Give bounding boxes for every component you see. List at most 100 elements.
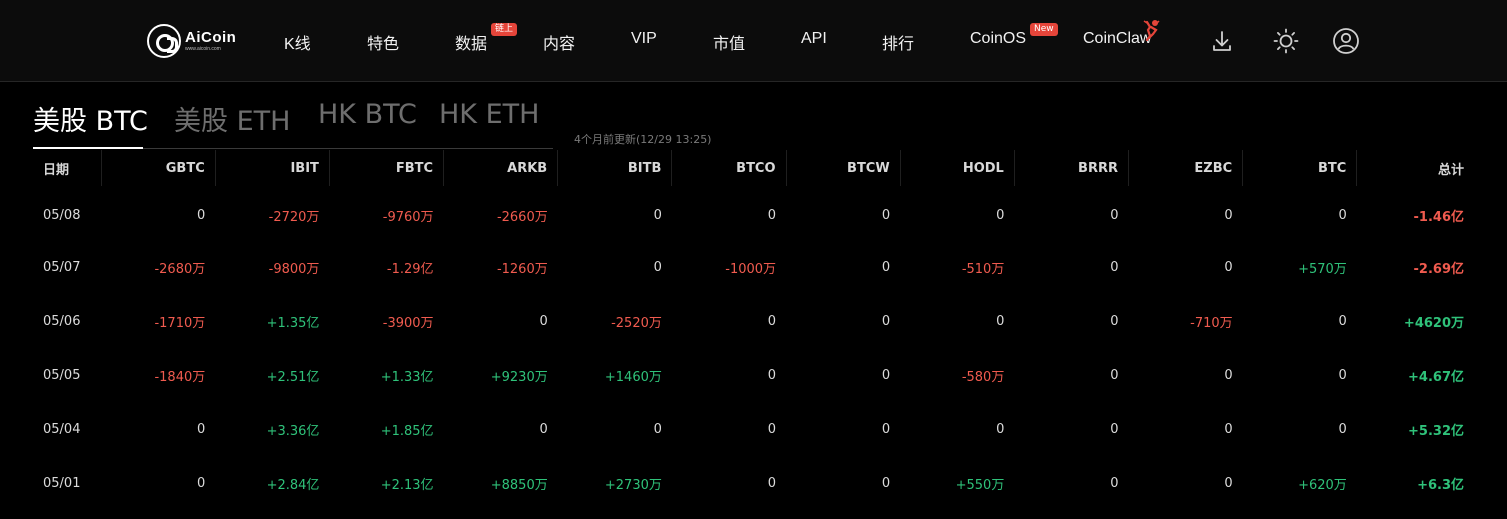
flow-cell: 0 xyxy=(196,475,206,491)
flow-cell: 0 xyxy=(1110,313,1119,329)
onchain-badge: 链上 xyxy=(491,23,518,36)
flow-cell: 0 xyxy=(767,313,777,329)
column-header: EZBC xyxy=(1128,150,1244,186)
flow-cell: +570万 xyxy=(1298,261,1347,277)
table-body: 05/08 0 -2720万 -9760万 -2660万 0 0 0 0 0 0 0 -1.46亿 05/… xyxy=(33,186,1474,510)
flow-cell: 0 xyxy=(1110,475,1119,491)
flow-cell: -580万 xyxy=(961,369,1005,385)
flow-cell: +2730万 xyxy=(604,477,662,493)
flow-cell: 0 xyxy=(1110,207,1119,223)
total-cell: +5.32亿 xyxy=(1408,423,1464,439)
flow-cell: -1840万 xyxy=(154,369,206,385)
table-row: 05/07 -2680万 -9800万 -1.29亿 -1260万 0 -1000万 0 -51… xyxy=(33,240,1474,294)
flow-cell: +620万 xyxy=(1298,477,1347,493)
flow-cell: -2520万 xyxy=(611,315,662,331)
flow-cell: 0 xyxy=(1338,313,1347,329)
flow-cell: +3.36亿 xyxy=(266,423,320,439)
etf-flow-table: 日期 GBTC IBIT FBTC ARKB BITB BTCO BTCW HODL BRRR EZ… xyxy=(33,150,1474,510)
column-header: FBTC xyxy=(329,150,445,186)
column-header-date: 日期 xyxy=(33,150,102,186)
date-cell: 05/01 xyxy=(43,475,81,491)
total-cell: -1.46亿 xyxy=(1413,209,1464,225)
flow-cell: 0 xyxy=(881,421,891,437)
total-cell: +6.3亿 xyxy=(1417,477,1464,493)
flow-cell: 0 xyxy=(996,421,1005,437)
date-cell: 05/07 xyxy=(43,259,81,275)
table-row: 05/06 -1710万 +1.35亿 -3900万 0 -2520万 0 0 0 0 -710万 0… xyxy=(33,294,1474,348)
market-tabs: 美股 BTC 美股 ETH HK BTC HK ETH xyxy=(33,95,553,149)
date-cell: 05/08 xyxy=(43,207,81,223)
flow-cell: 0 xyxy=(653,259,662,275)
flow-cell: +8850万 xyxy=(490,477,548,493)
flow-cell: 0 xyxy=(1110,259,1119,275)
nav-item-coinos[interactable]: CoinOS xyxy=(970,30,1026,48)
flow-cell: 0 xyxy=(196,421,206,437)
table-row: 05/04 0 +3.36亿 +1.85亿 0 0 0 0 0 0 0 0 +5.32亿 xyxy=(33,402,1474,456)
tab-us-eth[interactable]: 美股 ETH xyxy=(174,99,290,138)
aicoin-logo-icon xyxy=(147,24,181,58)
date-cell: 05/06 xyxy=(43,313,81,329)
last-updated-text: 4个月前更新(12/29 13:25) xyxy=(574,133,712,146)
flow-cell: -3900万 xyxy=(382,315,434,331)
nav-item-features[interactable]: 特色 xyxy=(367,30,399,54)
lobster-icon xyxy=(1143,20,1160,42)
flow-cell: -1000万 xyxy=(725,261,777,277)
nav-item-vip[interactable]: VIP xyxy=(631,30,657,48)
user-icon[interactable] xyxy=(1331,26,1361,56)
flow-cell: -510万 xyxy=(961,261,1005,277)
flow-cell: -1.29亿 xyxy=(386,261,434,277)
flow-cell: +2.51亿 xyxy=(266,369,320,385)
flow-cell: 0 xyxy=(1110,367,1119,383)
flow-cell: 0 xyxy=(1110,421,1119,437)
theme-sun-icon[interactable] xyxy=(1271,26,1301,56)
tab-hk-eth[interactable]: HK ETH xyxy=(439,99,539,130)
flow-cell: 0 xyxy=(1338,367,1347,383)
flow-cell: +1460万 xyxy=(604,369,662,385)
flow-cell: 0 xyxy=(881,475,891,491)
flow-cell: 0 xyxy=(767,475,777,491)
column-header: BRRR xyxy=(1014,150,1130,186)
flow-cell: -710万 xyxy=(1190,315,1233,331)
column-header: BTC xyxy=(1242,150,1358,186)
flow-cell: -2660万 xyxy=(496,209,548,225)
flow-cell: -9800万 xyxy=(268,261,320,277)
nav-item-content[interactable]: 内容 xyxy=(543,30,575,54)
nav-item-ranking[interactable]: 排行 xyxy=(882,30,914,54)
tab-us-btc[interactable]: 美股 BTC xyxy=(33,99,148,138)
flow-cell: +2.13亿 xyxy=(380,477,434,493)
logo-text: AiCoin www.aicoin.com xyxy=(185,30,236,52)
column-header: BTCW xyxy=(786,150,901,186)
nav-item-api[interactable]: API xyxy=(801,30,827,48)
download-icon[interactable] xyxy=(1207,26,1237,56)
nav-item-kline[interactable]: K线 xyxy=(284,30,311,54)
flow-cell: -9760万 xyxy=(382,209,434,225)
flow-cell: 0 xyxy=(653,207,662,223)
flow-cell: +1.33亿 xyxy=(380,369,434,385)
flow-cell: 0 xyxy=(767,421,777,437)
flow-cell: 0 xyxy=(1224,367,1233,383)
table-row: 05/01 0 +2.84亿 +2.13亿 +8850万 +2730万 0 0 +550万 0 0 +… xyxy=(33,456,1474,510)
flow-cell: 0 xyxy=(196,207,206,223)
flow-cell: 0 xyxy=(767,367,777,383)
column-header: GBTC xyxy=(101,150,216,186)
nav-item-market-cap[interactable]: 市值 xyxy=(713,30,745,54)
flow-cell: 0 xyxy=(881,259,891,275)
nav-item-data[interactable]: 数据 xyxy=(455,30,487,54)
logo-url: www.aicoin.com xyxy=(185,46,221,52)
flow-cell: 0 xyxy=(539,313,548,329)
flow-cell: 0 xyxy=(881,313,891,329)
flow-cell: 0 xyxy=(653,421,662,437)
flow-cell: 0 xyxy=(881,207,891,223)
flow-cell: -1710万 xyxy=(154,315,206,331)
flow-cell: +9230万 xyxy=(490,369,548,385)
tab-hk-btc[interactable]: HK BTC xyxy=(318,99,417,130)
flow-cell: +2.84亿 xyxy=(266,477,320,493)
top-nav: AiCoin www.aicoin.com K线 特色 数据 链上 内容 VIP… xyxy=(0,0,1507,82)
logo-name: AiCoin xyxy=(185,29,237,46)
flow-cell: 0 xyxy=(1224,207,1233,223)
flow-cell: 0 xyxy=(1224,475,1233,491)
aicoin-logo[interactable]: AiCoin www.aicoin.com xyxy=(147,23,247,59)
total-cell: -2.69亿 xyxy=(1413,261,1464,277)
flow-cell: 0 xyxy=(767,207,777,223)
table-header-row: 日期 GBTC IBIT FBTC ARKB BITB BTCO BTCW HODL BRRR EZ… xyxy=(33,150,1474,186)
